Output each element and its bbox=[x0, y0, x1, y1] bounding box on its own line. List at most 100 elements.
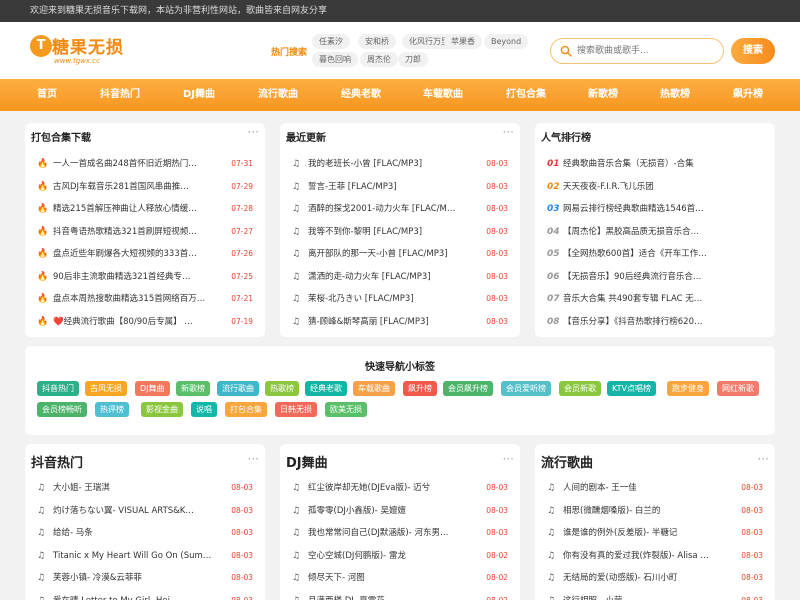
list-item[interactable]: 🔥 一人一首成名曲248首怀旧近期热门… 07-31 bbox=[31, 153, 255, 175]
nav-item-dj[interactable]: DJ舞曲 bbox=[183, 79, 215, 111]
hot-tag[interactable]: 任素汐 bbox=[312, 34, 350, 49]
quick-tag[interactable]: 会员榜畅听 bbox=[37, 402, 87, 417]
site-logo[interactable]: T 糖果无损 www.tgwx.cc bbox=[30, 33, 130, 67]
list-item[interactable]: 06 【无损音乐】90后经典流行音乐合… bbox=[541, 266, 765, 288]
music-note-icon: ♫ bbox=[37, 505, 46, 516]
list-item[interactable]: ♫ 茉桜-北乃きい [FLAC/MP3] 08-03 bbox=[286, 288, 510, 310]
quick-nav: 快速导航小标签 抖音热门 古风无损 DJ舞曲 新歌榜 流行歌曲 热歌榜 经典老歌 车载歌曲 飙升… bbox=[25, 346, 775, 435]
list-item[interactable]: ♫ 大小姐- 王瑞淇 08-03 bbox=[31, 477, 255, 499]
more-icon[interactable]: ··· bbox=[503, 452, 514, 466]
list-item[interactable]: ♫ 芙蓉小镇- 冷漠&云菲菲 08-03 bbox=[31, 567, 255, 589]
list-item[interactable]: ♫ 孤零零(DJ小鑫版)- 吴嬗嬗 08-03 bbox=[286, 500, 510, 522]
list-item[interactable]: 🔥 90后非主流歌曲精选321首经典专… 07-25 bbox=[31, 266, 255, 288]
list-item[interactable]: 🔥 精选215首解压神曲让人释放心情缓… 07-28 bbox=[31, 198, 255, 220]
list-item[interactable]: ♫ 猜-顾峰&斯琴高丽 [FLAC/MP3] 08-03 bbox=[286, 311, 510, 333]
nav-item-rising[interactable]: 飙升榜 bbox=[733, 79, 763, 111]
ranking-card: 人气排行榜 01 经典歌曲音乐合集（无损音）-合集 02 天天夜夜-F.I.R.飞儿… bbox=[535, 123, 775, 337]
nav-item-classic[interactable]: 经典老歌 bbox=[341, 79, 381, 111]
nav-item-hot[interactable]: 热歌榜 bbox=[660, 79, 690, 111]
nav-item-new[interactable]: 新歌榜 bbox=[588, 79, 618, 111]
list-item[interactable]: ♫ 红尘彼岸却无她(DJEva版)- 迈兮 08-03 bbox=[286, 477, 510, 499]
quick-tag[interactable]: 会员爱听榜 bbox=[501, 381, 551, 396]
list-item[interactable]: 🔥 古风DJ车载音乐281首国风串曲推… 07-29 bbox=[31, 176, 255, 198]
nav-item-pop[interactable]: 流行歌曲 bbox=[258, 79, 298, 111]
quick-tag[interactable]: 会员飙升榜 bbox=[443, 381, 493, 396]
list-item[interactable]: ♫ 潇洒的走-动力火车 [FLAC/MP3] 08-03 bbox=[286, 266, 510, 288]
list-item[interactable]: ♫ 空心空城(DJ何鹏版)- 雷龙 08-02 bbox=[286, 545, 510, 567]
music-note-icon: ♫ bbox=[292, 294, 301, 304]
list-item[interactable]: ♫ 酒醉的探戈2001-动力火车 [FLAC/M… 08-03 bbox=[286, 198, 510, 220]
hot-tag[interactable]: 苹果香 bbox=[444, 34, 482, 49]
list-item[interactable]: ♫ 我也常常问自己(DJ默涵版)- 河东男… 08-03 bbox=[286, 522, 510, 544]
list-item[interactable]: 07 音乐大合集 共490套专辑 FLAC 无… bbox=[541, 288, 765, 310]
list-item[interactable]: 02 天天夜夜-F.I.R.飞儿乐团 bbox=[541, 176, 765, 198]
quick-tag[interactable]: DJ舞曲 bbox=[135, 381, 170, 396]
quick-tag[interactable]: 飙升榜 bbox=[403, 381, 437, 396]
packs-card: 打包合集下载 ··· 🔥 一人一首成名曲248首怀旧近期热门… 07-31 🔥 古风D… bbox=[25, 123, 265, 337]
music-note-icon: ♫ bbox=[547, 550, 556, 561]
quick-tag[interactable]: 热评榜 bbox=[95, 402, 129, 417]
list-item[interactable]: ♫ 倾尽天下- 河图 08-02 bbox=[286, 567, 510, 589]
more-icon[interactable]: ··· bbox=[758, 452, 769, 466]
quick-tag[interactable]: 会员新歌 bbox=[559, 381, 601, 396]
quick-tag[interactable]: 新歌榜 bbox=[176, 381, 210, 396]
list-item[interactable]: ♫ 离开部队的那一天-小曾 [FLAC/MP3] 08-03 bbox=[286, 243, 510, 265]
search-button[interactable]: 搜索 bbox=[731, 38, 775, 64]
list-item[interactable]: ♫ 谁是谁的例外(反差版)- 半糖记 08-03 bbox=[541, 522, 765, 544]
more-icon[interactable]: ··· bbox=[248, 125, 259, 139]
list-item[interactable]: 01 经典歌曲音乐合集（无损音）-合集 bbox=[541, 153, 765, 175]
hot-tag[interactable]: 暮色回响 bbox=[312, 52, 358, 67]
quick-tag[interactable]: 热歌榜 bbox=[265, 381, 299, 396]
list-item[interactable]: 🔥 ❤️经典流行歌曲【80/90后专属】 … 07-19 bbox=[31, 311, 255, 333]
quick-tag[interactable]: 欧美无损 bbox=[325, 402, 367, 417]
nav-item-douyin[interactable]: 抖音热门 bbox=[100, 79, 140, 111]
list-item[interactable]: ♫ 无结局的爱(动感版)- 石川小町 08-03 bbox=[541, 567, 765, 589]
list-item[interactable]: ♫ 灼け落ちない翼- VISUAL ARTS&K… 08-03 bbox=[31, 500, 255, 522]
quick-tag[interactable]: 打包合集 bbox=[225, 402, 267, 417]
list-item[interactable]: ♫ 给给- 马条 08-03 bbox=[31, 522, 255, 544]
list-item[interactable]: ♫ 我的老班长-小曾 [FLAC/MP3] 08-03 bbox=[286, 153, 510, 175]
quick-tag[interactable]: 经典老歌 bbox=[305, 381, 347, 396]
nav-item-packs[interactable]: 打包合集 bbox=[506, 79, 546, 111]
logo-name: 糖果无损 bbox=[52, 38, 124, 58]
quick-tag[interactable]: 古风无损 bbox=[85, 381, 127, 396]
card-title: 最近更新 bbox=[286, 133, 326, 144]
more-icon[interactable]: ··· bbox=[503, 125, 514, 139]
quick-tag[interactable]: 日韩无损 bbox=[275, 402, 317, 417]
fire-icon: 🔥 bbox=[37, 249, 49, 259]
nav-item-car[interactable]: 车载歌曲 bbox=[423, 79, 463, 111]
list-item[interactable]: 🔥 盘点本周热搜歌曲精选315首网络百万… 07-21 bbox=[31, 288, 255, 310]
latest-card: 最近更新 ··· ♫ 我的老班长-小曾 [FLAC/MP3] 08-03 ♫ 誓言-王… bbox=[280, 123, 520, 337]
quick-tag[interactable]: KTV点唱榜 bbox=[607, 381, 656, 396]
hot-tag[interactable]: 刀郎 bbox=[398, 52, 428, 67]
list-item[interactable]: ♫ 我等不到你-黎明 [FLAC/MP3] 08-03 bbox=[286, 221, 510, 243]
list-item[interactable]: ♫这行相照 - 小莹08-03 bbox=[541, 590, 765, 600]
hot-tag[interactable]: Beyond bbox=[484, 34, 529, 49]
list-item[interactable]: ♫月满西楼 DJ- 夏雪花08-02 bbox=[286, 590, 510, 600]
list-item[interactable]: ♫ 誓言-王菲 [FLAC/MP3] 08-03 bbox=[286, 176, 510, 198]
quick-tag[interactable]: 说唱 bbox=[191, 402, 217, 417]
list-item[interactable]: ♫ 相思(微醺烟嗓版)- 白兰的 08-03 bbox=[541, 500, 765, 522]
hot-tag[interactable]: 周杰伦 bbox=[360, 52, 398, 67]
quick-tag[interactable]: 流行歌曲 bbox=[217, 381, 259, 396]
list-item[interactable]: 04 【周杰伦】黑胶高品质无损音乐合… bbox=[541, 221, 765, 243]
quick-tag[interactable]: 影视金曲 bbox=[141, 402, 183, 417]
list-item[interactable]: ♫爱在晴 Letter to My Girl- Hei…08-03 bbox=[31, 590, 255, 600]
list-item[interactable]: ♫ 人间的剧本- 王一佳 08-03 bbox=[541, 477, 765, 499]
list-item[interactable]: ♫ 你有没有真的爱过我(炸裂版)- Alisa … 08-03 bbox=[541, 545, 765, 567]
list-item[interactable]: 05 【全网热歌600首】适合《开车工作… bbox=[541, 243, 765, 265]
quick-tag[interactable]: 网红新歌 bbox=[717, 381, 759, 396]
quick-tag[interactable]: 车载歌曲 bbox=[353, 381, 395, 396]
more-icon[interactable]: ··· bbox=[248, 452, 259, 466]
nav-item-home[interactable]: 首页 bbox=[37, 79, 57, 111]
list-item[interactable]: 08 【音乐分享】《抖音热歌排行榜620… bbox=[541, 311, 765, 333]
list-item[interactable]: ♫ Titanic x My Heart Will Go On (Sum… 08-0… bbox=[31, 545, 255, 567]
quick-tag[interactable]: 跑步健身 bbox=[667, 381, 709, 396]
list-item[interactable]: 03 网易云排行榜经典歌曲精选1546首… bbox=[541, 198, 765, 220]
hot-tag[interactable]: 安和桥 bbox=[358, 34, 396, 49]
quick-tag[interactable]: 抖音热门 bbox=[37, 381, 79, 396]
list-item[interactable]: 🔥 盘点近些年刷爆各大短视频的333首… 07-26 bbox=[31, 243, 255, 265]
list-item[interactable]: 🔥 抖音粤语热歌精选321首刷屏短视频… 07-27 bbox=[31, 221, 255, 243]
music-note-icon: ♫ bbox=[292, 181, 301, 192]
search-input[interactable] bbox=[577, 42, 717, 60]
